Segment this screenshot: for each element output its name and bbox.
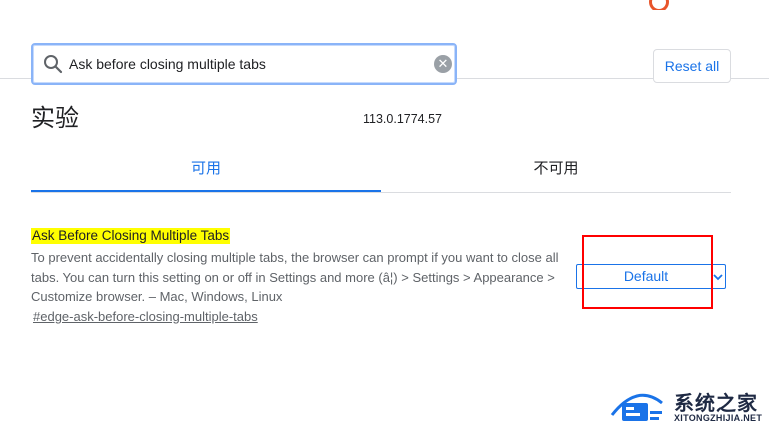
search-icon bbox=[44, 55, 63, 74]
watermark: 系统之家 XITONGZHIJIA.NET bbox=[608, 385, 762, 429]
top-strip bbox=[0, 0, 769, 17]
annotation-box bbox=[582, 235, 713, 309]
reset-all-button[interactable]: Reset all bbox=[653, 49, 731, 83]
search-box[interactable]: ✕ bbox=[31, 43, 457, 85]
clear-icon[interactable]: ✕ bbox=[434, 55, 452, 73]
header: ✕ Reset all bbox=[0, 16, 769, 85]
tab-bar: 可用 不可用 bbox=[31, 150, 731, 193]
version-label: 113.0.1774.57 bbox=[363, 112, 443, 126]
experiment-link[interactable]: #edge-ask-before-closing-multiple-tabs bbox=[33, 309, 258, 324]
experiment-description: To prevent accidentally closing multiple… bbox=[31, 250, 559, 304]
corner-logo bbox=[639, 0, 769, 10]
watermark-title: 系统之家 bbox=[674, 391, 758, 415]
experiment-title: Ask Before Closing Multiple Tabs bbox=[31, 228, 231, 244]
logo-icon bbox=[649, 0, 669, 10]
watermark-logo-icon bbox=[610, 393, 663, 421]
page-title: 实验 bbox=[31, 104, 79, 132]
watermark-subtitle: XITONGZHIJIA.NET bbox=[674, 413, 763, 423]
chevron-down-icon bbox=[713, 274, 723, 281]
tab-unavailable[interactable]: 不可用 bbox=[381, 150, 731, 190]
search-input[interactable] bbox=[69, 50, 419, 78]
tab-available[interactable]: 可用 bbox=[31, 150, 381, 192]
